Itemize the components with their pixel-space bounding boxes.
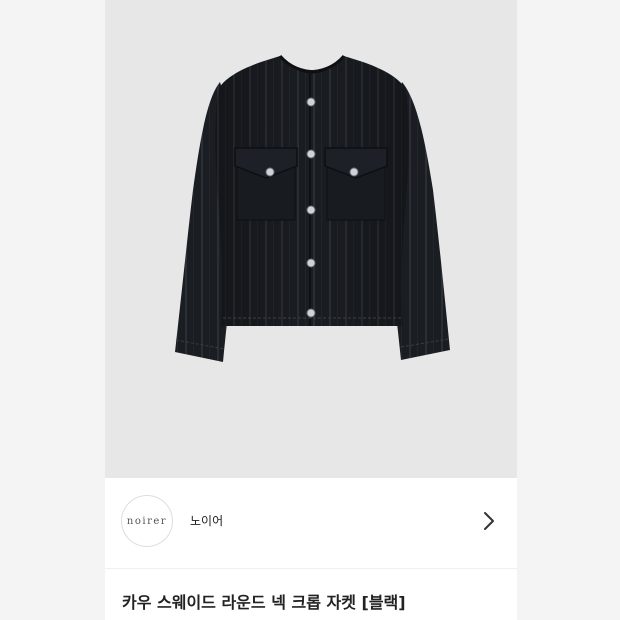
button-4 (306, 258, 316, 268)
brand-row[interactable]: noirer 노이어 (105, 478, 517, 569)
pocket-button-right (349, 167, 359, 177)
page: noirer 노이어 카우 스웨이드 라운드 넥 크롭 자켓 [블랙] (0, 0, 620, 620)
button-1 (306, 97, 316, 107)
jacket-illustration (175, 54, 450, 362)
product-card: noirer 노이어 카우 스웨이드 라운드 넥 크롭 자켓 [블랙] (105, 0, 517, 620)
product-title: 카우 스웨이드 라운드 넥 크롭 자켓 [블랙] (122, 593, 406, 612)
brand-name[interactable]: 노이어 (190, 513, 223, 529)
product-image[interactable] (105, 0, 517, 478)
button-3 (306, 205, 316, 215)
brand-logo[interactable]: noirer (121, 495, 173, 547)
button-5 (306, 308, 316, 318)
pocket-button-left (265, 167, 275, 177)
chevron-right-icon[interactable] (481, 510, 497, 532)
button-2 (306, 149, 316, 159)
